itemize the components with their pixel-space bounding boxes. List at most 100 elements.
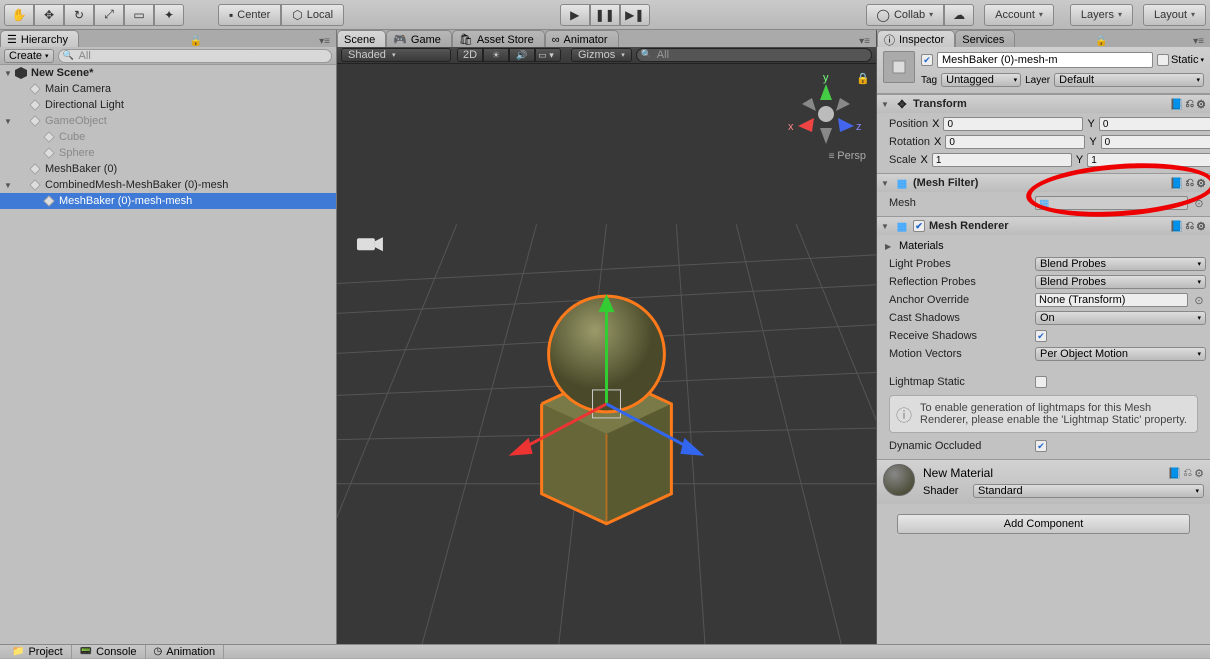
position-x-input[interactable] — [943, 117, 1083, 131]
step-button[interactable]: ▶❚ — [620, 4, 650, 26]
preset-icon[interactable]: ⎌ — [1185, 98, 1194, 111]
gear-icon[interactable]: ⚙ — [1196, 177, 1206, 190]
gameobject-icon[interactable] — [883, 51, 915, 83]
help-icon[interactable]: 📘 — [1170, 177, 1184, 190]
transform-foldout-icon[interactable]: ▼ — [881, 100, 891, 109]
hierarchy-item[interactable]: ▼GameObject — [0, 113, 336, 129]
gear-icon[interactable]: ⚙ — [1196, 98, 1206, 111]
rotate-tool-button[interactable]: ↻ — [64, 4, 94, 26]
anchor-override-field[interactable]: None (Transform) — [1035, 293, 1188, 307]
move-tool-button[interactable]: ✥ — [34, 4, 64, 26]
projection-label[interactable]: Persp — [837, 150, 866, 162]
rotation-y-input[interactable] — [1101, 135, 1210, 149]
inspector-lock-icon[interactable]: 🔒 — [1089, 36, 1113, 47]
shading-mode-dropdown[interactable]: Shaded — [341, 48, 451, 62]
orientation-gizmo[interactable]: y x z ≡ Persp — [786, 74, 866, 164]
scene-tab-menu-icon[interactable]: ▾≡ — [853, 36, 876, 47]
hierarchy-item[interactable]: ▼CombinedMesh-MeshBaker (0)-mesh — [0, 177, 336, 193]
preset-icon[interactable]: ⎌ — [1185, 177, 1194, 190]
pivot-mode-button[interactable]: ▪ Center — [218, 4, 281, 26]
tab-animation[interactable]: ◷ Animation — [146, 645, 225, 659]
transform-tool-button[interactable]: ✦ — [154, 4, 184, 26]
mesh-renderer-enabled-checkbox[interactable]: ✔ — [913, 220, 925, 232]
mesh-object-field[interactable]: ▦ — [1035, 196, 1188, 210]
scale-x-input[interactable] — [932, 153, 1072, 167]
mesh-filter-foldout-icon[interactable]: ▼ — [881, 179, 891, 188]
dynamic-occluded-checkbox[interactable]: ✔ — [1035, 440, 1047, 452]
rotation-x-input[interactable] — [945, 135, 1085, 149]
mode-2d-button[interactable]: 2D — [457, 48, 483, 62]
layers-dropdown[interactable]: Layers — [1070, 4, 1133, 26]
gameobject-active-checkbox[interactable]: ✔ — [921, 54, 933, 66]
help-icon[interactable]: 📘 — [1170, 220, 1184, 233]
hierarchy-tree[interactable]: ▼ New Scene* ▶Main Camera▶Directional Li… — [0, 65, 336, 644]
rect-tool-button[interactable]: ▭ — [124, 4, 154, 26]
tab-services[interactable]: Services — [955, 30, 1015, 47]
hand-tool-button[interactable]: ✋ — [4, 4, 34, 26]
scale-tool-button[interactable]: ⤢ — [94, 4, 124, 26]
add-component-button[interactable]: Add Component — [897, 514, 1190, 534]
lighting-toggle-button[interactable]: ☀ — [483, 48, 509, 62]
lightmap-static-checkbox[interactable] — [1035, 376, 1047, 388]
receive-shadows-checkbox[interactable]: ✔ — [1035, 330, 1047, 342]
position-y-input[interactable] — [1099, 117, 1210, 131]
cast-shadows-dropdown[interactable]: On — [1035, 311, 1206, 325]
tab-project[interactable]: 📁 Project — [4, 645, 72, 659]
tab-game[interactable]: 🎮 Game — [386, 30, 452, 47]
preset-icon[interactable]: ⎌ — [1185, 220, 1194, 233]
tab-scene[interactable]: Scene — [337, 30, 386, 47]
static-checkbox[interactable]: Static — [1157, 54, 1204, 66]
layout-dropdown[interactable]: Layout — [1143, 4, 1206, 26]
materials-foldout-icon[interactable]: ▶ — [885, 242, 895, 251]
collab-dropdown[interactable]: ◯ Collab — [866, 4, 945, 26]
gameobject-name-input[interactable] — [937, 52, 1153, 68]
scene-viewport[interactable]: y x z ≡ Persp 🔒 — [337, 64, 876, 644]
scene-search-input[interactable]: All — [636, 48, 872, 62]
tag-dropdown[interactable]: Untagged — [941, 73, 1021, 87]
account-dropdown[interactable]: Account — [984, 4, 1054, 26]
hierarchy-tab[interactable]: ☰ Hierarchy — [0, 30, 79, 47]
object-picker-icon[interactable]: ⊙ — [1192, 294, 1206, 307]
hierarchy-item[interactable]: ▶Directional Light — [0, 97, 336, 113]
viewport-lock-icon[interactable]: 🔒 — [856, 72, 870, 85]
foldout-icon[interactable]: ▼ — [2, 69, 14, 78]
gear-icon[interactable]: ⚙ — [1196, 220, 1206, 233]
foldout-icon[interactable]: ▼ — [2, 117, 14, 126]
hierarchy-menu-icon[interactable]: ▾≡ — [313, 36, 336, 47]
material-preview[interactable] — [883, 464, 915, 496]
motion-vectors-dropdown[interactable]: Per Object Motion — [1035, 347, 1206, 361]
inspector-menu-icon[interactable]: ▾≡ — [1187, 36, 1210, 47]
scale-y-input[interactable] — [1087, 153, 1210, 167]
hierarchy-search-input[interactable]: All — [58, 49, 332, 63]
hierarchy-lock-icon[interactable]: 🔒 — [184, 36, 208, 47]
mesh-renderer-foldout-icon[interactable]: ▼ — [881, 222, 891, 231]
tab-console[interactable]: 📟 Console — [72, 645, 146, 659]
tab-asset-store[interactable]: 🛍 Asset Store — [452, 30, 545, 47]
layer-dropdown[interactable]: Default — [1054, 73, 1204, 87]
cloud-button[interactable]: ☁ — [944, 4, 974, 26]
play-button[interactable]: ▶ — [560, 4, 590, 26]
shader-dropdown[interactable]: Standard — [973, 484, 1204, 498]
foldout-icon[interactable]: ▼ — [2, 181, 14, 190]
gear-icon[interactable]: ⚙ — [1194, 467, 1204, 480]
hierarchy-item[interactable]: ▶MeshBaker (0)-mesh-mesh — [0, 193, 336, 209]
pause-button[interactable]: ❚❚ — [590, 4, 620, 26]
hierarchy-item[interactable]: ▶MeshBaker (0) — [0, 161, 336, 177]
gizmos-dropdown[interactable]: Gizmos — [571, 48, 632, 62]
tab-inspector[interactable]: ⓘ Inspector — [877, 30, 955, 47]
fx-toggle-dropdown[interactable]: ▭ ▾ — [535, 48, 561, 62]
reflection-probes-dropdown[interactable]: Blend Probes — [1035, 275, 1206, 289]
light-probes-dropdown[interactable]: Blend Probes — [1035, 257, 1206, 271]
object-picker-icon[interactable]: ⊙ — [1192, 197, 1206, 210]
audio-toggle-button[interactable]: 🔊 — [509, 48, 535, 62]
create-dropdown[interactable]: Create — [4, 49, 54, 63]
help-icon[interactable]: 📘 — [1168, 467, 1182, 480]
hierarchy-item[interactable]: ▶Sphere — [0, 145, 336, 161]
hierarchy-item[interactable]: ▶Main Camera — [0, 81, 336, 97]
help-icon[interactable]: 📘 — [1170, 98, 1184, 111]
tab-animator[interactable]: ∞ Animator — [545, 30, 619, 47]
scene-row[interactable]: ▼ New Scene* — [0, 65, 336, 81]
hierarchy-item[interactable]: ▶Cube — [0, 129, 336, 145]
preset-icon[interactable]: ⎌ — [1183, 467, 1192, 480]
pivot-rotation-button[interactable]: ⬡ Local — [281, 4, 344, 26]
